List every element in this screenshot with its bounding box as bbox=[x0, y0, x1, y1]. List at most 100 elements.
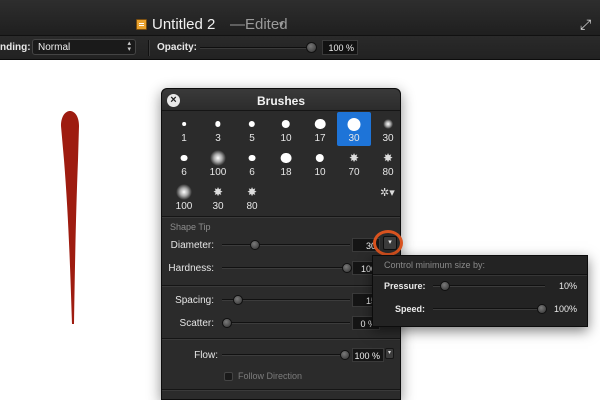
brush-preset[interactable]: 100 bbox=[201, 146, 235, 180]
brush-presets-grid: 1 3 5 10 17 30 30 6 100 6 18 10 ✸ 70 ✸ 80 100 ✸ 30 ✸ 80 bbox=[167, 112, 397, 215]
spacing-slider-thumb[interactable] bbox=[233, 295, 243, 305]
brush-tip-icon: ✸ bbox=[246, 185, 258, 199]
status-chevron-down-icon[interactable]: ▾ bbox=[279, 19, 284, 30]
brush-tip-icon bbox=[281, 119, 291, 129]
brush-tip-icon bbox=[182, 122, 186, 126]
hardness-slider-thumb[interactable] bbox=[342, 263, 352, 273]
brush-size-label: 1 bbox=[181, 133, 187, 144]
brush-tip-icon bbox=[315, 153, 325, 163]
brushes-panel: × Brushes 1 3 5 10 17 30 30 6 100 6 18 10 ✸ 70 ✸ 80 100 ✸… bbox=[161, 88, 401, 400]
panel-title: Brushes bbox=[256, 94, 306, 108]
diameter-label: Diameter: bbox=[170, 240, 214, 251]
brush-tip-icon bbox=[215, 121, 221, 127]
toolbar-divider bbox=[148, 40, 149, 56]
brush-size-label: 17 bbox=[314, 133, 326, 144]
follow-direction-checkbox[interactable] bbox=[224, 372, 233, 381]
brush-size-label: 100 bbox=[175, 201, 193, 212]
document-title[interactable]: Untitled 2 bbox=[152, 16, 215, 33]
scatter-slider-thumb[interactable] bbox=[222, 318, 232, 328]
select-arrows-icon: ▴ ▾ bbox=[127, 40, 131, 53]
brush-tip-icon bbox=[248, 120, 256, 128]
brush-tip-icon bbox=[180, 154, 188, 162]
brush-size-label: 80 bbox=[382, 167, 394, 178]
brush-preset[interactable]: 3 bbox=[201, 112, 235, 146]
brush-tip-icon bbox=[248, 154, 256, 162]
brush-preset[interactable]: 10 bbox=[303, 146, 337, 180]
opacity-value-field[interactable]: 100 % bbox=[322, 40, 358, 55]
brush-preset[interactable]: 100 bbox=[167, 180, 201, 214]
section-divider bbox=[162, 216, 400, 217]
highlight-circle bbox=[373, 230, 403, 256]
fullscreen-icon[interactable]: ⤢ bbox=[580, 17, 594, 31]
brush-size-label: 3 bbox=[215, 133, 221, 144]
brush-preset[interactable]: 10 bbox=[269, 112, 303, 146]
speed-slider-track[interactable] bbox=[433, 308, 545, 310]
brush-tip-icon: ✸ bbox=[382, 151, 394, 165]
flow-slider-track[interactable] bbox=[222, 354, 348, 356]
speed-value: 100% bbox=[553, 304, 577, 314]
speed-slider-thumb[interactable] bbox=[537, 304, 547, 314]
gear-icon[interactable]: ✲▾ bbox=[380, 186, 395, 199]
brush-stroke bbox=[61, 111, 79, 324]
brush-preset[interactable]: 6 bbox=[167, 146, 201, 180]
brush-tip-icon: ✸ bbox=[348, 151, 360, 165]
flow-slider-thumb[interactable] bbox=[340, 350, 350, 360]
follow-direction-label: Follow Direction bbox=[238, 371, 303, 381]
brush-tip-icon bbox=[280, 152, 292, 164]
panel-header: × Brushes bbox=[162, 89, 400, 111]
diameter-slider-track[interactable] bbox=[222, 244, 350, 246]
popover-divider bbox=[373, 274, 587, 275]
document-icon bbox=[136, 19, 147, 30]
section-divider bbox=[162, 285, 400, 286]
brush-tip-icon bbox=[176, 184, 192, 200]
scatter-slider-track[interactable] bbox=[222, 322, 350, 324]
popover-title: Control minimum size by: bbox=[384, 260, 486, 270]
window-titlebar: Untitled 2 — Edited ▾ ⤢ bbox=[0, 0, 600, 36]
brush-tip-icon: ✸ bbox=[212, 185, 224, 199]
blending-mode-value: Normal bbox=[38, 42, 71, 53]
brush-preset[interactable]: 30 bbox=[337, 112, 371, 146]
blending-mode-select[interactable]: Normal ▴ ▾ bbox=[32, 39, 136, 55]
brush-preset[interactable]: 17 bbox=[303, 112, 337, 146]
brush-tip-icon bbox=[314, 118, 326, 130]
brush-preset[interactable]: 1 bbox=[167, 112, 201, 146]
brush-preset[interactable]: ✸ 30 bbox=[201, 180, 235, 214]
flow-label: Flow: bbox=[194, 350, 218, 361]
hardness-label: Hardness: bbox=[168, 263, 214, 274]
brush-preset[interactable]: ✸ 70 bbox=[337, 146, 371, 180]
speed-label: Speed: bbox=[395, 304, 426, 314]
brush-preset[interactable]: 30 bbox=[371, 112, 405, 146]
brush-size-label: 10 bbox=[314, 167, 326, 178]
flow-dropdown-button[interactable]: ▾ bbox=[385, 348, 394, 359]
hardness-slider-track[interactable] bbox=[222, 267, 350, 269]
brush-size-label: 6 bbox=[249, 167, 255, 178]
opacity-slider-thumb[interactable] bbox=[306, 42, 317, 53]
opacity-slider-track[interactable] bbox=[200, 47, 314, 49]
blending-label: nding: bbox=[0, 42, 31, 53]
brush-tip-icon bbox=[347, 117, 361, 131]
pressure-label: Pressure: bbox=[384, 281, 426, 291]
flow-value-field[interactable]: 100 % bbox=[352, 348, 384, 362]
brush-size-label: 10 bbox=[280, 133, 292, 144]
brush-size-label: 5 bbox=[249, 133, 255, 144]
shape-tip-title: Shape Tip bbox=[170, 222, 211, 232]
min-size-popover: Control minimum size by: Pressure: 10% S… bbox=[372, 255, 588, 327]
scatter-label: Scatter: bbox=[179, 318, 214, 329]
title-separator: — bbox=[230, 16, 245, 33]
brush-size-label: 70 bbox=[348, 167, 360, 178]
pressure-value: 10% bbox=[558, 281, 577, 291]
brush-preset[interactable]: 18 bbox=[269, 146, 303, 180]
pressure-slider-thumb[interactable] bbox=[440, 281, 450, 291]
brush-preset[interactable]: 6 bbox=[235, 146, 269, 180]
brush-size-label: 30 bbox=[348, 133, 360, 144]
brush-preset[interactable]: ✸ 80 bbox=[235, 180, 269, 214]
brush-preset[interactable]: ✸ 80 bbox=[371, 146, 405, 180]
brush-tip-icon bbox=[383, 119, 393, 129]
brush-preset[interactable]: 5 bbox=[235, 112, 269, 146]
brush-size-label: 80 bbox=[246, 201, 258, 212]
brush-size-label: 100 bbox=[209, 167, 227, 178]
section-divider bbox=[162, 338, 400, 339]
diameter-slider-thumb[interactable] bbox=[250, 240, 260, 250]
brush-size-label: 30 bbox=[382, 133, 394, 144]
brush-size-label: 18 bbox=[280, 167, 292, 178]
